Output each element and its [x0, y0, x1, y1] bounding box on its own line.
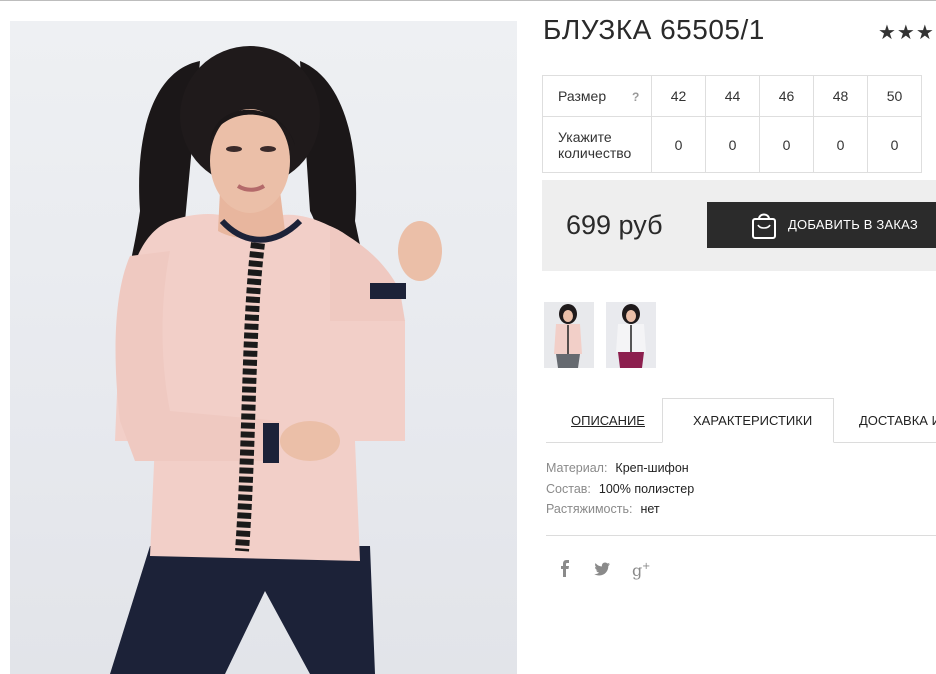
top-border: [0, 0, 936, 1]
tab-delivery[interactable]: ДОСТАВКА И: [859, 413, 936, 428]
rating-stars[interactable]: ★★★: [878, 20, 935, 45]
tab-characteristics[interactable]: ХАРАКТЕРИСТИКИ: [693, 413, 812, 428]
size-label-cell: Размер ?: [542, 75, 652, 117]
size-help-icon[interactable]: ?: [632, 90, 639, 104]
quantity-input-42[interactable]: 0: [651, 116, 706, 173]
price-box: 699 руб ДОБАВИТЬ В ЗАКАЗ: [542, 180, 936, 271]
add-to-order-button[interactable]: ДОБАВИТЬ В ЗАКАЗ: [707, 202, 936, 248]
size-48: 48: [813, 75, 868, 117]
content-divider: [546, 535, 936, 536]
spec-key: Материал:: [546, 461, 608, 475]
spec-composition: Состав: 100% полиэстер: [546, 482, 694, 496]
spec-value: нет: [640, 502, 660, 516]
size-42: 42: [651, 75, 706, 117]
facebook-icon[interactable]: [559, 560, 571, 583]
spec-key: Состав:: [546, 482, 591, 496]
size-50: 50: [867, 75, 922, 117]
svg-text:g: g: [632, 561, 642, 580]
svg-text:+: +: [642, 561, 650, 572]
quantity-input-48[interactable]: 0: [813, 116, 868, 173]
size-row: Размер ? 42 44 46 48 50: [542, 75, 922, 117]
quantity-row: Укажите количество 0 0 0 0 0: [542, 116, 922, 173]
product-main-image[interactable]: [10, 21, 517, 674]
model-illustration: [110, 46, 442, 674]
thumbnail-white[interactable]: [606, 302, 656, 368]
size-46: 46: [759, 75, 814, 117]
size-table: Размер ? 42 44 46 48 50 Укажите количест…: [542, 75, 922, 173]
shopping-bag-icon: [750, 210, 778, 245]
size-44: 44: [705, 75, 760, 117]
google-plus-icon[interactable]: g +: [632, 560, 652, 585]
tab-description[interactable]: ОПИСАНИЕ: [571, 413, 645, 428]
add-to-order-label: ДОБАВИТЬ В ЗАКАЗ: [788, 217, 918, 232]
spec-key: Растяжимость:: [546, 502, 633, 516]
product-title: БЛУЗКА 65505/1: [543, 14, 765, 45]
twitter-icon[interactable]: [594, 560, 611, 583]
spec-value: Креп-шифон: [615, 461, 689, 475]
spec-material: Материал: Креп-шифон: [546, 461, 689, 475]
thumbnail-pink[interactable]: [544, 302, 594, 368]
size-label: Размер: [558, 87, 607, 104]
quantity-label-cell: Укажите количество: [542, 116, 652, 173]
quantity-input-46[interactable]: 0: [759, 116, 814, 173]
quantity-label-line1: Укажите: [558, 128, 612, 145]
quantity-input-44[interactable]: 0: [705, 116, 760, 173]
quantity-label-line2: количество: [558, 144, 632, 161]
spec-stretch: Растяжимость: нет: [546, 502, 660, 516]
spec-value: 100% полиэстер: [598, 482, 695, 496]
price: 699 руб: [566, 210, 663, 240]
quantity-input-50[interactable]: 0: [867, 116, 922, 173]
